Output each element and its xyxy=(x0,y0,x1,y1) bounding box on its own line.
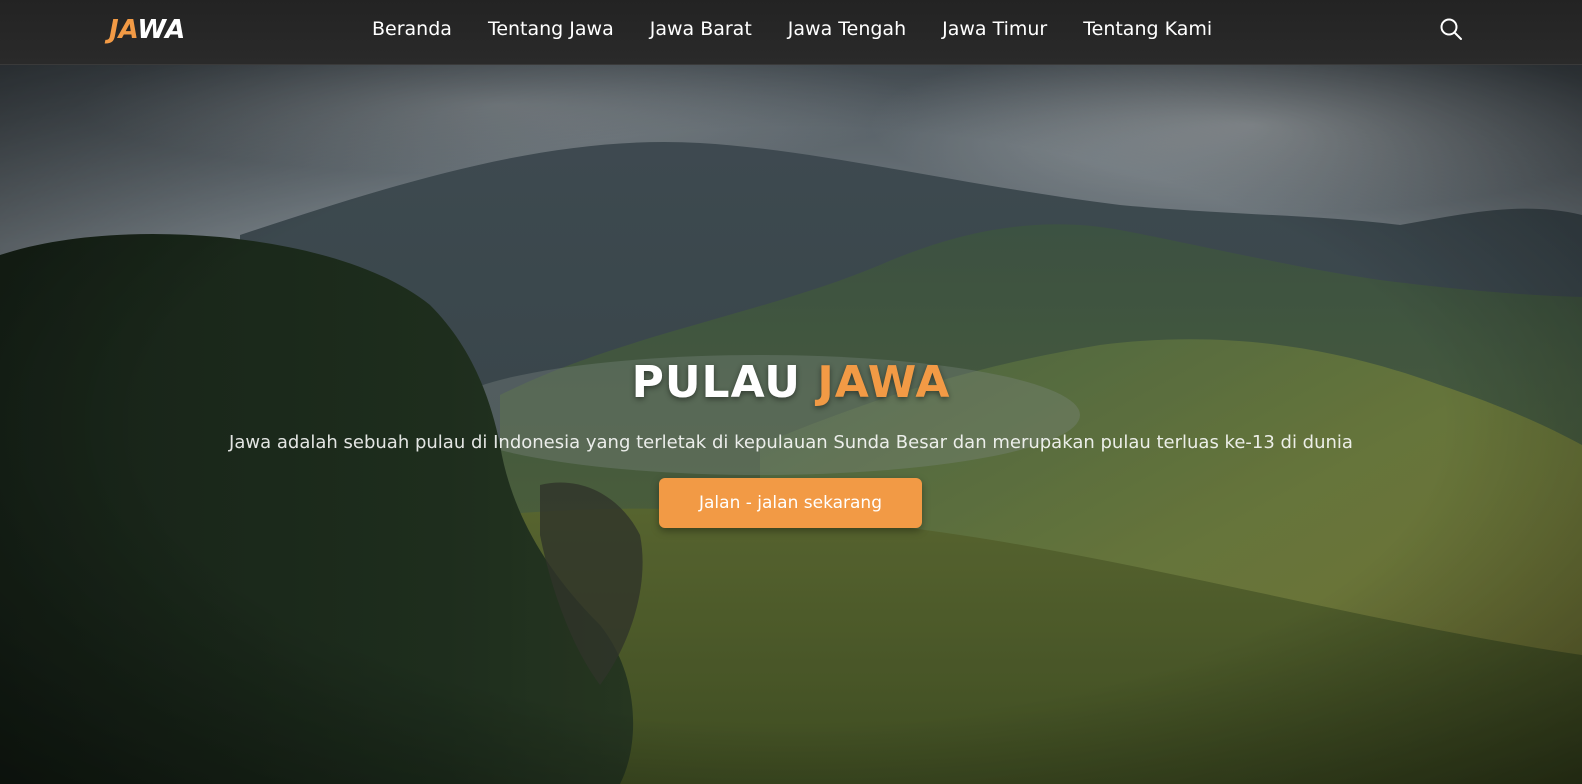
nav-link-tentang-jawa[interactable]: Tentang Jawa xyxy=(488,18,614,40)
top-navbar: JAWA Beranda Tentang Jawa Jawa Barat Jaw… xyxy=(0,0,1582,65)
hero-title-main: PULAU xyxy=(631,357,818,408)
hero-title-accent: JAWA xyxy=(817,357,951,408)
nav-links: Beranda Tentang Jawa Jawa Barat Jawa Ten… xyxy=(372,0,1248,58)
cta-button[interactable]: Jalan - jalan sekarang xyxy=(659,478,922,528)
nav-link-jawa-tengah[interactable]: Jawa Tengah xyxy=(788,18,906,40)
search-button[interactable] xyxy=(1439,17,1463,41)
nav-link-tentang-kami[interactable]: Tentang Kami xyxy=(1083,18,1212,40)
nav-link-beranda[interactable]: Beranda xyxy=(372,18,452,40)
nav-link-jawa-barat[interactable]: Jawa Barat xyxy=(650,18,752,40)
page: PULAU JAWA Jawa adalah sebuah pulau di I… xyxy=(0,0,1582,784)
hero-section: PULAU JAWA Jawa adalah sebuah pulau di I… xyxy=(0,65,1582,784)
logo-part-1: JA xyxy=(109,15,138,45)
logo-part-2: WA xyxy=(137,15,186,45)
nav-link-jawa-timur[interactable]: Jawa Timur xyxy=(942,18,1047,40)
hero-subtitle: Jawa adalah sebuah pulau di Indonesia ya… xyxy=(229,432,1353,453)
site-logo[interactable]: JAWA xyxy=(109,15,185,45)
hero-title: PULAU JAWA xyxy=(0,357,1582,408)
hero-content: PULAU JAWA Jawa adalah sebuah pulau di I… xyxy=(0,65,1582,784)
search-icon xyxy=(1440,18,1462,40)
